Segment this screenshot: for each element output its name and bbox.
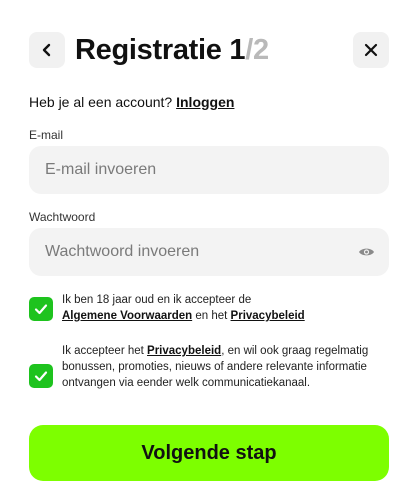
password-label: Wachtwoord: [29, 210, 96, 224]
consent-terms-text: Ik ben 18 jaar oud en ik accepteer de Al…: [62, 292, 305, 324]
consent-terms-text-middle: en het: [195, 310, 228, 322]
password-field-wrapper[interactable]: [29, 228, 389, 276]
consent-terms-row: Ik ben 18 jaar oud en ik accepteer de Al…: [29, 292, 389, 324]
email-field-wrapper[interactable]: [29, 146, 389, 194]
consent-marketing-text-before: Ik accepteer het: [62, 345, 144, 357]
consent-marketing-text: Ik accepteer het Privacybeleid, en wil o…: [62, 343, 389, 391]
step-total: 2: [252, 33, 269, 66]
registration-page: Registratie 1/2 Heb je al een account? I…: [0, 0, 418, 490]
header: Registratie 1/2: [29, 31, 389, 69]
checkmark-icon: [34, 304, 48, 315]
privacy-link[interactable]: Privacybeleid: [231, 310, 305, 322]
close-button[interactable]: [353, 32, 389, 68]
login-link[interactable]: Inloggen: [176, 94, 234, 110]
consent-terms-text-before: Ik ben 18 jaar oud en ik accepteer de: [62, 294, 252, 306]
terms-link[interactable]: Algemene Voorwaarden: [62, 310, 192, 322]
title-text: Registratie: [75, 33, 222, 66]
eye-icon: [358, 248, 374, 256]
password-visibility-toggle[interactable]: [357, 243, 375, 261]
login-prompt: Heb je al een account? Inloggen: [29, 94, 234, 110]
step-current: 1: [229, 33, 246, 66]
checkmark-icon: [34, 371, 48, 382]
back-button[interactable]: [29, 32, 65, 68]
email-label: E-mail: [29, 128, 64, 142]
chevron-left-icon: [42, 43, 51, 57]
password-field[interactable]: [43, 242, 357, 262]
consent-terms-checkbox[interactable]: [29, 297, 53, 321]
privacy-link-marketing[interactable]: Privacybeleid: [147, 345, 221, 357]
consent-marketing-row: Ik accepteer het Privacybeleid, en wil o…: [29, 343, 389, 391]
next-step-button[interactable]: Volgende stap: [29, 425, 389, 481]
consent-marketing-checkbox[interactable]: [29, 364, 53, 388]
login-prompt-text: Heb je al een account?: [29, 94, 173, 110]
step-separator: /: [245, 33, 253, 66]
page-title: Registratie 1/2: [75, 34, 269, 67]
close-icon: [364, 43, 378, 57]
email-field[interactable]: [43, 160, 375, 180]
